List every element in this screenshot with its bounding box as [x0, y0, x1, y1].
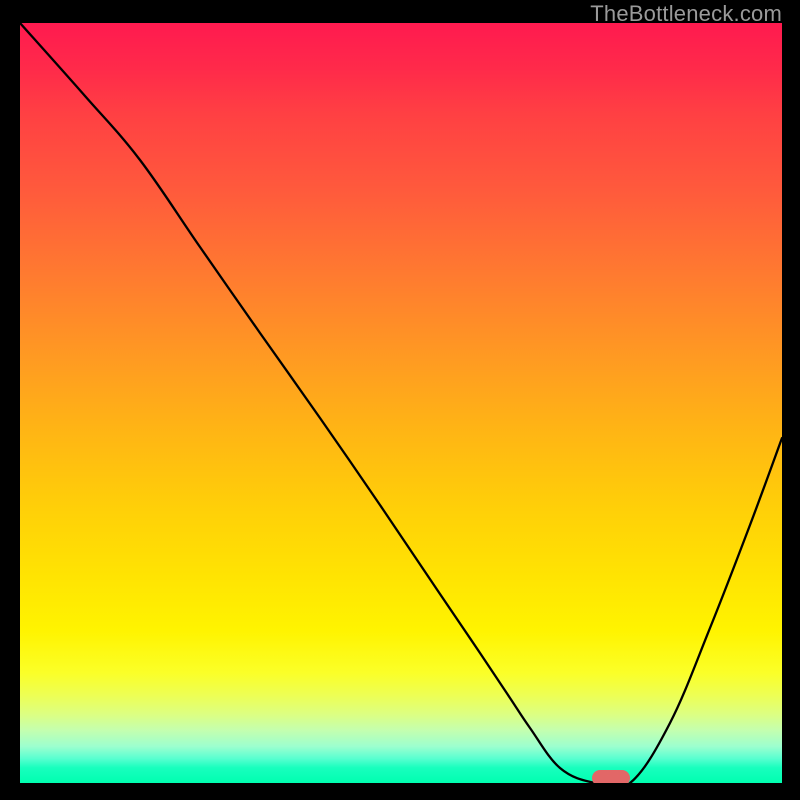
chart-frame: TheBottleneck.com: [0, 0, 800, 800]
bottleneck-curve: [20, 23, 782, 783]
plot-area: [20, 23, 782, 783]
optimal-marker: [592, 770, 630, 783]
